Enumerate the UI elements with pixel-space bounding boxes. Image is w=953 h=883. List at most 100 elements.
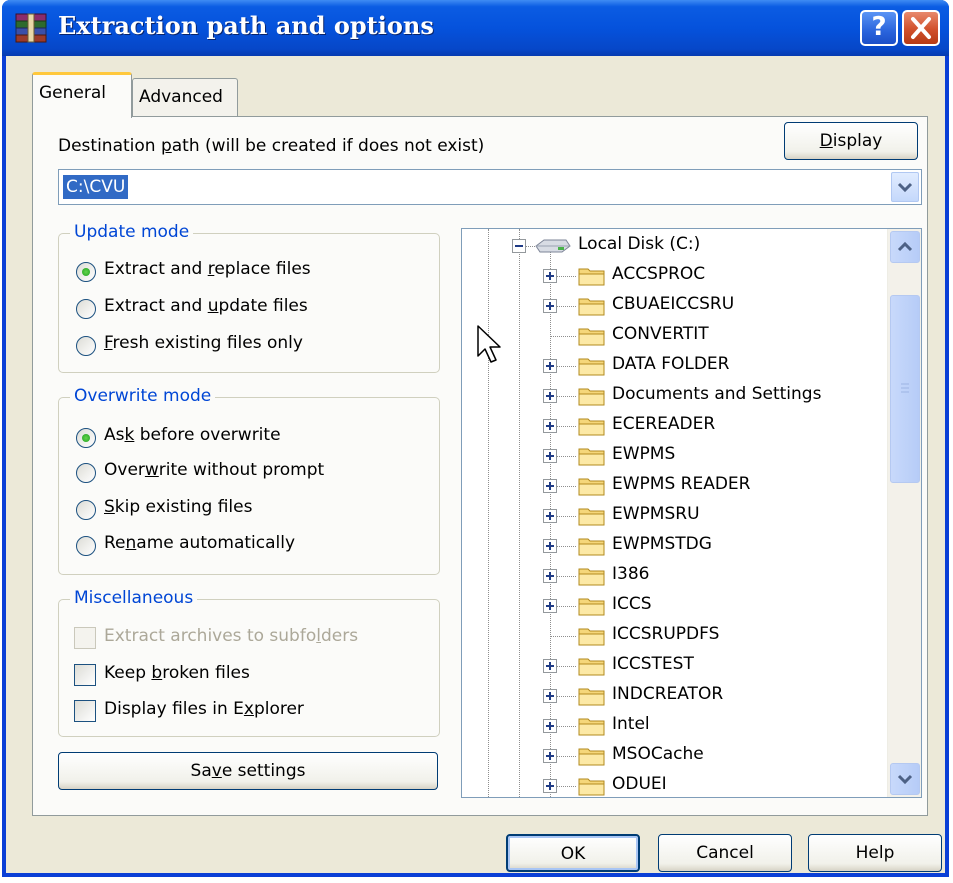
- tree-item[interactable]: Intel: [462, 711, 882, 741]
- radio-ask-before[interactable]: [76, 428, 96, 448]
- tree-item[interactable]: I386: [462, 561, 882, 591]
- tree-item[interactable]: EWPMS READER: [462, 471, 882, 501]
- label-ask-before[interactable]: Ask before overwrite: [104, 425, 281, 445]
- tree-item-label: I386: [612, 564, 650, 584]
- folder-icon: [578, 268, 605, 286]
- lbl-accel: n: [125, 533, 137, 553]
- help-label: Help: [855, 843, 895, 863]
- tree-item-label: DATA FOLDER: [612, 354, 730, 374]
- window-title: Extraction path and options: [58, 11, 434, 40]
- radio-fresh-existing[interactable]: [76, 336, 96, 356]
- check-extract-subfolders[interactable]: [74, 627, 96, 649]
- lbl-post: roken files: [162, 663, 250, 683]
- tree-vertical-scrollbar[interactable]: [887, 229, 921, 797]
- ok-button[interactable]: OK: [506, 834, 640, 872]
- expand-icon[interactable]: [543, 599, 557, 613]
- overwrite-mode-title: Overwrite mode: [70, 386, 216, 406]
- label-extract-subfolders[interactable]: Extract archives to subfolders: [104, 626, 358, 646]
- display-button[interactable]: Display: [784, 122, 918, 160]
- label-rename-auto[interactable]: Rename automatically: [104, 533, 295, 553]
- tree-item[interactable]: EWPMSTDG: [462, 531, 882, 561]
- expand-icon[interactable]: [543, 539, 557, 553]
- destination-path-combo[interactable]: C:\CVU: [58, 169, 922, 205]
- expand-icon[interactable]: [543, 719, 557, 733]
- tree-item[interactable]: EWPMS: [462, 441, 882, 471]
- folder-icon: [578, 328, 605, 346]
- help-title-button[interactable]: ?: [860, 10, 898, 46]
- check-display-explorer[interactable]: [74, 700, 96, 722]
- expand-icon[interactable]: [543, 509, 557, 523]
- tree-item[interactable]: CBUAEICCSRU: [462, 291, 882, 321]
- tree-item-label: MSOCache: [612, 744, 704, 764]
- folder-icon: [578, 628, 605, 646]
- help-button[interactable]: Help: [808, 834, 942, 872]
- save-settings-button[interactable]: Save settings: [58, 752, 438, 790]
- lbl-accel: v: [211, 761, 222, 781]
- tree-item[interactable]: Documents and Settings: [462, 381, 882, 411]
- expand-icon[interactable]: [543, 479, 557, 493]
- expand-icon[interactable]: [543, 299, 557, 313]
- mouse-cursor-icon: [477, 325, 501, 363]
- expand-icon[interactable]: [543, 569, 557, 583]
- radio-extract-replace[interactable]: [76, 262, 96, 282]
- tab-general[interactable]: General: [32, 72, 132, 118]
- tree-item-label: Documents and Settings: [612, 384, 822, 404]
- expand-icon[interactable]: [543, 779, 557, 793]
- question-icon: ?: [871, 12, 887, 42]
- cancel-button[interactable]: Cancel: [658, 834, 792, 872]
- tree-item[interactable]: ICCS: [462, 591, 882, 621]
- folder-tree[interactable]: Local Disk (C:) ACCSPROC CBUAEICCSRU CONVE…: [461, 228, 922, 798]
- expand-icon[interactable]: [543, 689, 557, 703]
- radio-skip-existing[interactable]: [76, 500, 96, 520]
- check-keep-broken[interactable]: [74, 664, 96, 686]
- radio-rename-auto[interactable]: [76, 536, 96, 556]
- lbl-pre: Over: [104, 460, 145, 480]
- tree-item[interactable]: ICCSRUPDFS: [462, 621, 882, 651]
- expand-icon[interactable]: [543, 659, 557, 673]
- tree-item-root[interactable]: Local Disk (C:): [462, 231, 882, 261]
- tree-item[interactable]: DATA FOLDER: [462, 351, 882, 381]
- tree-item[interactable]: ICCSTEST: [462, 651, 882, 681]
- label-display-explorer[interactable]: Display files in Explorer: [104, 699, 304, 719]
- dest-label-accel: p: [160, 136, 172, 156]
- tree-item[interactable]: MSOCache: [462, 741, 882, 771]
- expand-icon[interactable]: [543, 449, 557, 463]
- folder-icon: [578, 388, 605, 406]
- lbl-post: pdate files: [218, 296, 308, 316]
- tree-item[interactable]: EWPMSRU: [462, 501, 882, 531]
- ok-label: OK: [560, 844, 586, 864]
- tree-item[interactable]: ECEREADER: [462, 411, 882, 441]
- close-title-button[interactable]: [902, 10, 940, 46]
- expand-icon[interactable]: [543, 389, 557, 403]
- label-fresh-existing[interactable]: Fresh existing files only: [104, 333, 303, 353]
- tree-item[interactable]: ODUEI: [462, 771, 882, 797]
- folder-icon: [578, 688, 605, 706]
- tab-advanced[interactable]: Advanced: [132, 78, 238, 118]
- scroll-down-button[interactable]: [890, 763, 920, 795]
- scroll-thumb[interactable]: [890, 295, 920, 483]
- radio-extract-update[interactable]: [76, 299, 96, 319]
- scroll-up-button[interactable]: [890, 231, 920, 263]
- combo-dropdown-button[interactable]: [891, 172, 919, 202]
- expand-icon[interactable]: [543, 749, 557, 763]
- label-extract-replace[interactable]: Extract and replace files: [104, 259, 311, 279]
- label-extract-update[interactable]: Extract and update files: [104, 296, 308, 316]
- expand-icon[interactable]: [543, 269, 557, 283]
- tree-item[interactable]: INDCREATOR: [462, 681, 882, 711]
- close-icon: [911, 17, 931, 39]
- collapse-icon[interactable]: [512, 239, 526, 253]
- tree-item[interactable]: ACCSPROC: [462, 261, 882, 291]
- lbl-pre: Re: [104, 533, 126, 553]
- display-accel: D: [819, 131, 833, 151]
- expand-icon[interactable]: [543, 359, 557, 373]
- destination-path-value[interactable]: C:\CVU: [63, 175, 129, 199]
- label-keep-broken[interactable]: Keep broken files: [104, 663, 250, 683]
- radio-overwrite-without[interactable]: [76, 463, 96, 483]
- title-bar[interactable]: Extraction path and options ?: [2, 0, 949, 56]
- expand-icon[interactable]: [543, 419, 557, 433]
- folder-icon: [578, 448, 605, 466]
- tree-item[interactable]: CONVERTIT: [462, 321, 882, 351]
- label-overwrite-without[interactable]: Overwrite without prompt: [104, 460, 324, 480]
- label-skip-existing[interactable]: Skip existing files: [104, 497, 252, 517]
- dialog-window: Extraction path and options ? Advanced G…: [2, 0, 949, 877]
